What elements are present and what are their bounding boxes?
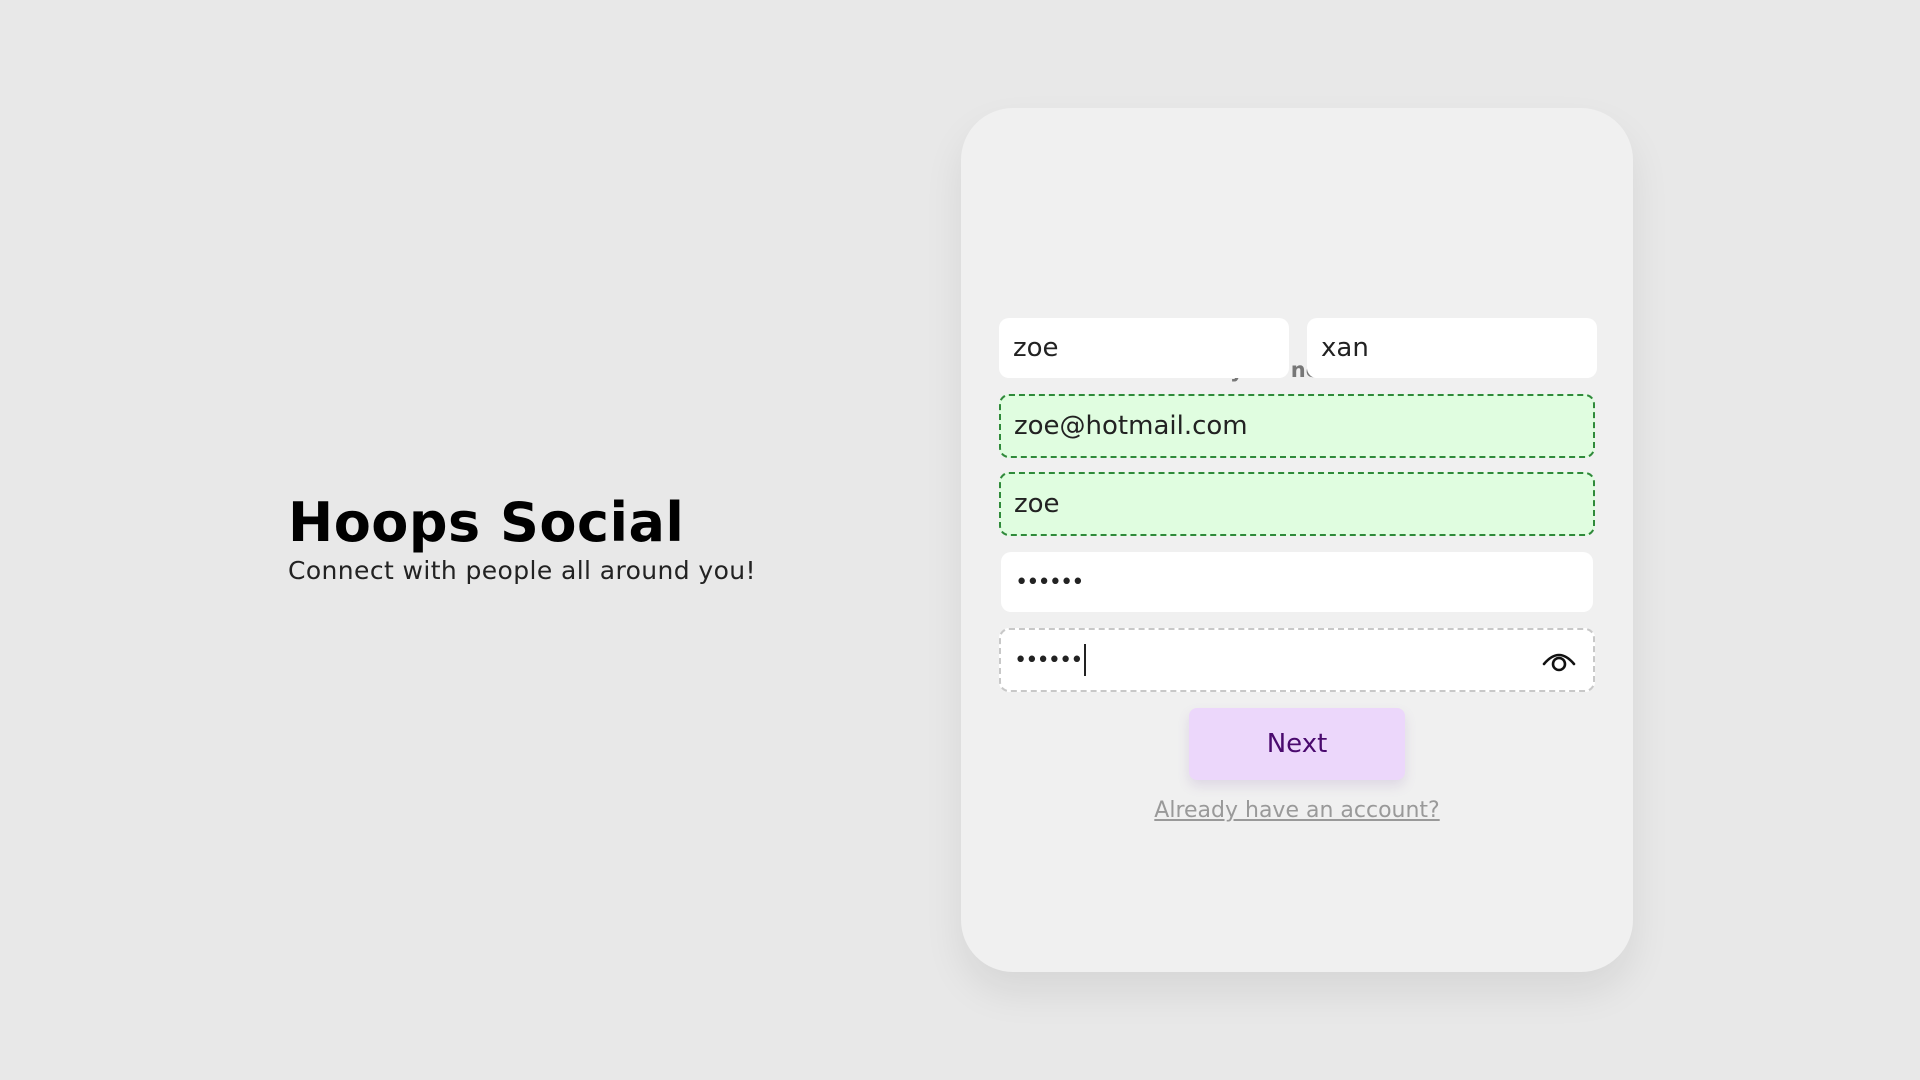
brand-subtitle: Connect with people all around you! — [288, 556, 756, 585]
first-name-field[interactable]: zoe — [999, 318, 1289, 378]
email-field[interactable]: zoe@hotmail.com — [999, 394, 1595, 458]
brand-title: Hoops Social — [288, 491, 685, 554]
text-caret — [1084, 644, 1087, 676]
last-name-value: xan — [1321, 333, 1369, 363]
username-field[interactable]: zoe — [999, 472, 1595, 536]
brand-block: Hoops Social Connect with people all aro… — [288, 490, 756, 585]
next-button[interactable]: Next — [1189, 708, 1405, 780]
eye-icon[interactable] — [1541, 644, 1577, 676]
username-value: zoe — [1014, 489, 1060, 519]
first-name-value: zoe — [1013, 333, 1059, 363]
confirm-password-field[interactable]: •••••• — [999, 628, 1595, 692]
page: Hoops Social Connect with people all aro… — [0, 0, 1920, 1080]
confirm-password-value: •••••• — [1014, 647, 1083, 673]
last-name-field[interactable]: xan — [1307, 318, 1597, 378]
password-field[interactable]: •••••• — [1001, 552, 1593, 612]
signup-card: Create your new account! zoe xan zoe@hot… — [961, 108, 1633, 972]
email-value: zoe@hotmail.com — [1014, 411, 1248, 441]
already-have-account-link[interactable]: Already have an account? — [961, 798, 1633, 823]
password-value: •••••• — [1015, 569, 1084, 595]
